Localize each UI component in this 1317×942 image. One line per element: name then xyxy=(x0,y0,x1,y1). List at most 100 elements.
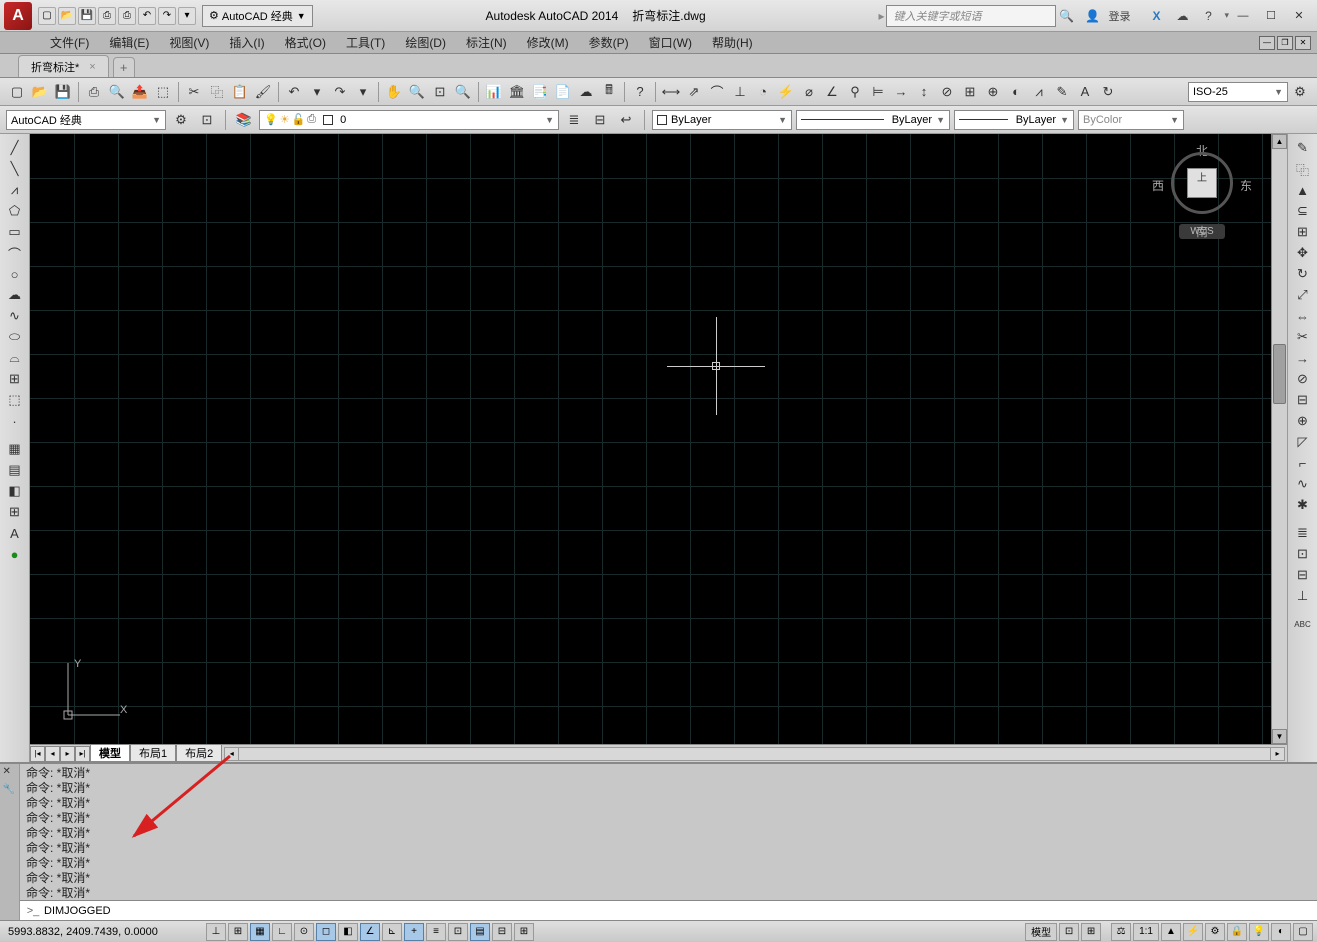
dim-style-mgr-icon[interactable]: ⚙ xyxy=(1289,81,1311,103)
zoom-rt-icon[interactable]: 🔍 xyxy=(406,81,428,103)
linetype-dropdown[interactable]: ByLayer ▼ xyxy=(796,110,950,130)
hatch-icon[interactable]: ▦ xyxy=(3,439,27,459)
dim-update-icon[interactable]: ↻ xyxy=(1097,81,1119,103)
stretch-icon[interactable]: ⇔ xyxy=(1291,306,1315,326)
osnap-icon[interactable]: ◻ xyxy=(316,923,336,941)
region-icon[interactable]: ◧ xyxy=(3,481,27,501)
qat-saveas-icon[interactable]: ⎙ xyxy=(98,7,116,25)
search-input[interactable]: 键入关键字或短语 xyxy=(886,5,1056,27)
scroll-left-button[interactable]: ◂ xyxy=(225,748,239,760)
horizontal-scrollbar[interactable]: ◂ ▸ xyxy=(224,747,1285,761)
qp-icon[interactable]: ▤ xyxy=(470,923,490,941)
pan-icon[interactable]: ✋ xyxy=(383,81,405,103)
command-history[interactable]: 命令: *取消*命令: *取消*命令: *取消*命令: *取消*命令: *取消*… xyxy=(20,764,1317,900)
quickview-drawings-icon[interactable]: ⊞ xyxy=(1081,923,1101,941)
dim-linear-icon[interactable]: ⟷ xyxy=(660,81,682,103)
maximize-button[interactable]: ☐ xyxy=(1257,5,1285,27)
explode-icon[interactable]: ✱ xyxy=(1291,495,1315,515)
snap-icon[interactable]: ⊞ xyxy=(228,923,248,941)
scale-display[interactable]: 1:1 xyxy=(1133,923,1159,941)
menu-item-1[interactable]: 编辑(E) xyxy=(99,32,159,53)
insert-block-icon[interactable]: ⊞ xyxy=(3,369,27,389)
command-input-row[interactable]: >_ DIMJOGGED xyxy=(20,900,1317,920)
redo-icon[interactable]: ↷ xyxy=(329,81,351,103)
publish-icon[interactable]: 📤 xyxy=(129,81,151,103)
chamfer-icon[interactable]: ◸ xyxy=(1291,432,1315,452)
open-icon[interactable]: 📂 xyxy=(29,81,51,103)
dim-baseline-icon[interactable]: ⊨ xyxy=(867,81,889,103)
cmd-wrench-icon[interactable]: 🔧 xyxy=(3,784,17,798)
otrack-icon[interactable]: ∠ xyxy=(360,923,380,941)
dim-aligned-icon[interactable]: ⇗ xyxy=(683,81,705,103)
ellipse-arc-icon[interactable]: ⌓ xyxy=(3,348,27,368)
infer-constraints-icon[interactable]: ⊥ xyxy=(206,923,226,941)
viewcube[interactable]: 北 西 上 东 南 WCS xyxy=(1147,142,1257,272)
command-window-handle[interactable]: ✕ 🔧 xyxy=(0,764,20,920)
dim-tedit-icon[interactable]: A xyxy=(1074,81,1096,103)
preview-icon[interactable]: 🔍 xyxy=(106,81,128,103)
revcloud-icon[interactable]: ☁ xyxy=(3,285,27,305)
move-icon[interactable]: ✥ xyxy=(1291,243,1315,263)
join-icon[interactable]: ⊕ xyxy=(1291,411,1315,431)
menu-item-9[interactable]: 参数(P) xyxy=(579,32,639,53)
polygon-icon[interactable]: ⬠ xyxy=(3,201,27,221)
document-tab-active[interactable]: 折弯标注* × xyxy=(18,55,109,77)
ungroup-icon[interactable]: ⊟ xyxy=(1291,565,1315,585)
spline-icon[interactable]: ∿ xyxy=(3,306,27,326)
copy-icon[interactable]: ⿻ xyxy=(206,81,228,103)
workspace-dropdown[interactable]: ⚙ AutoCAD 经典 ▼ xyxy=(202,5,313,27)
viewcube-top-face[interactable]: 上 xyxy=(1187,168,1217,198)
sc-icon[interactable]: ⊟ xyxy=(492,923,512,941)
drawing-canvas[interactable]: Y X 北 西 上 东 南 WCS xyxy=(30,134,1271,744)
tab-nav-last-button[interactable]: ▸| xyxy=(75,746,90,762)
gradient-icon[interactable]: ▤ xyxy=(3,460,27,480)
model-space-button[interactable]: 模型 xyxy=(1025,923,1057,941)
doc-minimize-button[interactable]: — xyxy=(1259,36,1275,50)
qat-undo-icon[interactable]: ↶ xyxy=(138,7,156,25)
zoom-prev-icon[interactable]: 🔍 xyxy=(452,81,474,103)
tab-nav-first-button[interactable]: |◂ xyxy=(30,746,45,762)
dim-diameter-icon[interactable]: ⌀ xyxy=(798,81,820,103)
match-icon[interactable]: 🖌 xyxy=(252,81,274,103)
dim-ordinate-icon[interactable]: ⊥ xyxy=(729,81,751,103)
fillet-icon[interactable]: ⌐ xyxy=(1291,453,1315,473)
clean-screen-icon[interactable]: ▢ xyxy=(1293,923,1313,941)
addselected-icon[interactable]: ● xyxy=(3,544,27,564)
tab-nav-prev-button[interactable]: ◂ xyxy=(45,746,60,762)
qat-more-icon[interactable]: ▾ xyxy=(178,7,196,25)
cut-icon[interactable]: ✂ xyxy=(183,81,205,103)
layout-tab-2[interactable]: 布局2 xyxy=(176,745,222,762)
quickview-layouts-icon[interactable]: ⊡ xyxy=(1059,923,1079,941)
user-icon[interactable]: 👤 xyxy=(1082,6,1102,26)
new-tab-button[interactable]: + xyxy=(113,57,135,77)
jog-line-icon[interactable]: ⩘ xyxy=(1028,81,1050,103)
grid-icon[interactable]: ▦ xyxy=(250,923,270,941)
qat-redo-icon[interactable]: ↷ xyxy=(158,7,176,25)
rotate-icon[interactable]: ↻ xyxy=(1291,264,1315,284)
qat-new-icon[interactable]: ▢ xyxy=(38,7,56,25)
menu-item-0[interactable]: 文件(F) xyxy=(40,32,99,53)
tpy-icon[interactable]: ⊡ xyxy=(448,923,468,941)
blend-icon[interactable]: ∿ xyxy=(1291,474,1315,494)
properties-icon[interactable]: 📊 xyxy=(483,81,505,103)
vertical-scrollbar[interactable]: ▲ ▼ xyxy=(1271,134,1287,744)
dim-style-dropdown[interactable]: ISO-25 ▼ xyxy=(1188,82,1288,102)
ws-save-icon[interactable]: ⊡ xyxy=(196,109,218,131)
minimize-button[interactable]: — xyxy=(1229,5,1257,27)
dim-continue-icon[interactable]: → xyxy=(890,81,912,103)
draworder-icon[interactable]: ≣ xyxy=(1291,523,1315,543)
undo-dd-icon[interactable]: ▾ xyxy=(306,81,328,103)
scroll-thumb[interactable] xyxy=(1273,344,1286,404)
3ddwf-icon[interactable]: ⬚ xyxy=(152,81,174,103)
markup-icon[interactable]: ☁ xyxy=(575,81,597,103)
lwt-icon[interactable]: ≡ xyxy=(426,923,446,941)
hardware-accel-icon[interactable]: 💡 xyxy=(1249,923,1269,941)
coordinates-display[interactable]: 5993.8832, 2409.7439, 0.0000 xyxy=(4,926,204,938)
trim-icon[interactable]: ✂ xyxy=(1291,327,1315,347)
doc-close-button[interactable]: ✕ xyxy=(1295,36,1311,50)
break-icon[interactable]: ⊟ xyxy=(1291,390,1315,410)
login-label[interactable]: 登录 xyxy=(1108,8,1130,24)
new-icon[interactable]: ▢ xyxy=(6,81,28,103)
design-center-icon[interactable]: 🏛 xyxy=(506,81,528,103)
dyn-icon[interactable]: + xyxy=(404,923,424,941)
